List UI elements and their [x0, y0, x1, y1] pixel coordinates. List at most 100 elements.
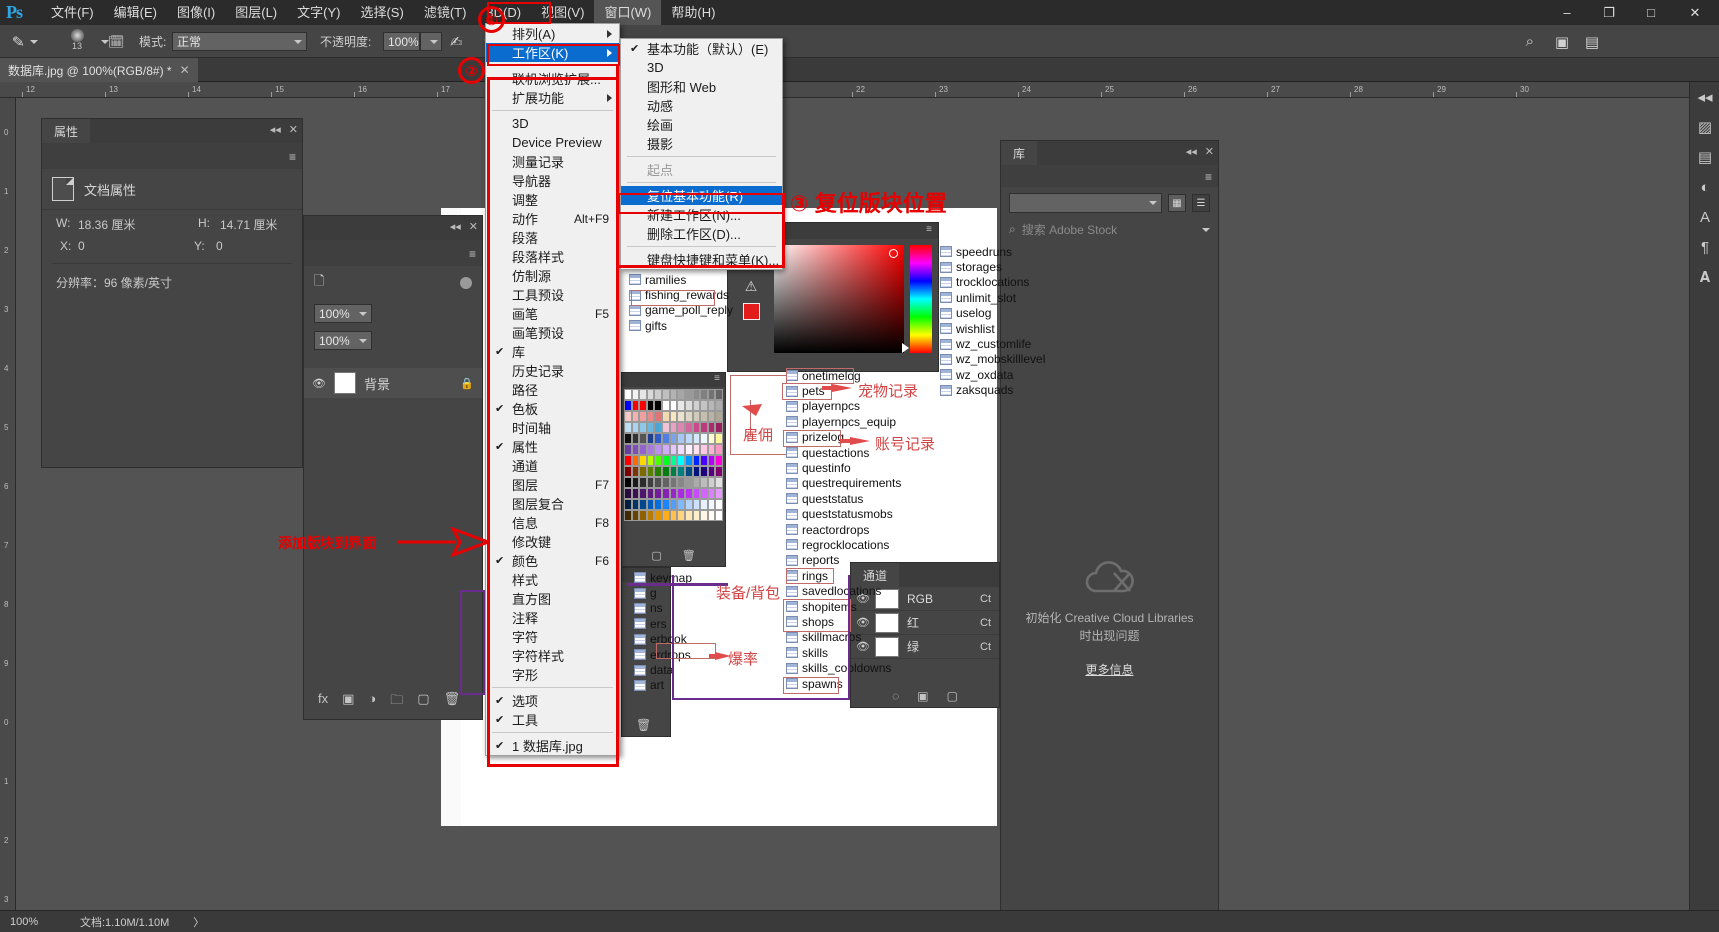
color-swatch[interactable]	[684, 444, 693, 455]
color-swatch[interactable]	[715, 389, 723, 400]
color-swatch[interactable]	[677, 455, 685, 466]
color-swatch[interactable]	[631, 510, 640, 521]
color-swatch[interactable]	[700, 400, 708, 411]
color-swatch[interactable]	[700, 510, 708, 521]
color-swatch[interactable]	[715, 433, 723, 444]
layer-row-background[interactable]: 👁 背景 🔒	[304, 368, 482, 398]
color-swatch[interactable]	[631, 499, 640, 510]
color-swatch[interactable]	[700, 477, 708, 488]
color-swatch[interactable]	[715, 422, 723, 433]
menu-file[interactable]: 文件(F)	[41, 0, 104, 25]
stock-search-input[interactable]: 搜索 Adobe Stock	[1022, 221, 1191, 238]
color-swatch[interactable]	[639, 499, 647, 510]
mask-icon[interactable]: ▣	[342, 691, 354, 713]
collapse-icon[interactable]: ◂◂	[450, 220, 461, 233]
color-swatch[interactable]	[646, 444, 655, 455]
color-swatch[interactable]	[639, 389, 647, 400]
color-swatch[interactable]	[669, 510, 678, 521]
properties-panel[interactable]: 属性 ◂◂ ✕ ≡ 文档属性 W: 18.36 厘米 H: 14.71 厘米 X…	[41, 118, 303, 468]
color-swatch[interactable]	[662, 499, 670, 510]
color-swatch[interactable]	[662, 400, 670, 411]
color-swatch[interactable]	[677, 488, 685, 499]
color-swatch[interactable]	[677, 499, 685, 510]
color-swatch[interactable]	[684, 455, 693, 466]
opacity-stepper[interactable]	[420, 32, 442, 51]
color-swatch[interactable]	[715, 444, 723, 455]
color-swatch[interactable]	[662, 444, 670, 455]
color-field[interactable]	[774, 245, 904, 353]
brush-tool-icon[interactable]: ✎	[11, 25, 38, 58]
color-swatch[interactable]	[662, 411, 670, 422]
workspace-menu-item[interactable]: 删除工作区(D)...	[621, 224, 782, 243]
zoom-level[interactable]: 100%	[10, 916, 70, 928]
window-menu-item[interactable]: ✔ 1 数据库.jpg	[486, 736, 619, 755]
layers-panel[interactable]: ◂◂ ✕ ≡ 🗋 100% 100% 👁 背景 🔒 fx ▣ ◑ 🗀 ▢ 🗑	[303, 215, 483, 720]
window-menu-item[interactable]: ✔ 颜色 F6	[486, 551, 619, 570]
window-menu-item[interactable]: 时间轴	[486, 418, 619, 437]
color-swatch[interactable]	[684, 466, 693, 477]
color-swatch[interactable]	[631, 411, 640, 422]
blend-mode-select[interactable]: 正常	[172, 32, 307, 51]
close-icon[interactable]: ✕	[180, 63, 190, 77]
new-channel-icon[interactable]: ▢	[947, 689, 958, 703]
window-menu-item[interactable]: ✔ 选项	[486, 691, 619, 710]
adjustment-icon[interactable]: ◑	[368, 691, 376, 713]
menu-select[interactable]: 选择(S)	[350, 0, 413, 25]
hue-slider-handle[interactable]	[902, 343, 909, 353]
window-menu-item[interactable]: 测量记录	[486, 152, 619, 171]
color-swatch[interactable]	[677, 411, 685, 422]
color-swatch[interactable]	[662, 477, 670, 488]
color-swatch[interactable]	[692, 400, 701, 411]
window-menu-item[interactable]: 画笔预设	[486, 323, 619, 342]
color-swatch[interactable]	[662, 510, 670, 521]
panel-menu-icon[interactable]: ≡	[1205, 170, 1212, 184]
color-swatch[interactable]	[692, 466, 701, 477]
color-swatch[interactable]	[639, 400, 647, 411]
color-swatch[interactable]	[684, 488, 693, 499]
workspace-menu-item[interactable]: ✔ 基本功能（默认）(E)	[621, 39, 782, 58]
color-swatch[interactable]	[624, 510, 632, 521]
window-menu-item[interactable]: 排列(A)	[486, 24, 619, 43]
save-selection-icon[interactable]: ▣	[917, 689, 928, 703]
swatches-panel[interactable]: ≡ ▢ 🗑	[621, 372, 726, 567]
color-swatch[interactable]	[624, 422, 632, 433]
menu-edit[interactable]: 编辑(E)	[104, 0, 167, 25]
color-swatch[interactable]	[669, 488, 678, 499]
color-swatch[interactable]	[700, 411, 708, 422]
color-swatch[interactable]	[646, 488, 655, 499]
color-swatch[interactable]	[654, 422, 663, 433]
color-swatch[interactable]	[700, 455, 708, 466]
color-swatch[interactable]	[631, 455, 640, 466]
color-swatch[interactable]	[692, 389, 701, 400]
window-menu-item[interactable]: 动作 Alt+F9	[486, 209, 619, 228]
color-swatch[interactable]	[646, 389, 655, 400]
eye-icon[interactable]: 👁	[312, 377, 326, 390]
color-swatch[interactable]	[707, 400, 716, 411]
status-expand-arrow[interactable]: 〉	[193, 914, 204, 930]
x-value[interactable]: 0	[78, 239, 194, 253]
menu-type[interactable]: 文字(Y)	[287, 0, 350, 25]
window-menu-item[interactable]: 字符样式	[486, 646, 619, 665]
color-swatch[interactable]	[631, 433, 640, 444]
color-swatch[interactable]	[707, 455, 716, 466]
color-swatch[interactable]	[692, 477, 701, 488]
color-swatch[interactable]	[631, 389, 640, 400]
color-panel-icon[interactable]: ▨	[1690, 112, 1719, 142]
color-swatch[interactable]	[715, 477, 723, 488]
window-menu-item[interactable]: ✔ 库	[486, 342, 619, 361]
color-swatch[interactable]	[631, 444, 640, 455]
color-swatch[interactable]	[700, 422, 708, 433]
color-swatch[interactable]	[715, 488, 723, 499]
color-swatch[interactable]	[654, 455, 663, 466]
hue-slider[interactable]	[902, 245, 932, 353]
color-swatch[interactable]	[684, 477, 693, 488]
color-swatch[interactable]	[662, 466, 670, 477]
color-swatch[interactable]	[639, 411, 647, 422]
color-swatch[interactable]	[669, 389, 678, 400]
color-swatch[interactable]	[707, 466, 716, 477]
window-menu-item[interactable]: ✔ 属性	[486, 437, 619, 456]
close-icon[interactable]: ✕	[469, 220, 478, 233]
color-swatch[interactable]	[646, 510, 655, 521]
window-menu-dropdown[interactable]: 排列(A)工作区(K)联机浏览扩展...扩展功能3DDevice Preview…	[485, 23, 620, 756]
workspace-menu-item[interactable]: 图形和 Web	[621, 77, 782, 96]
